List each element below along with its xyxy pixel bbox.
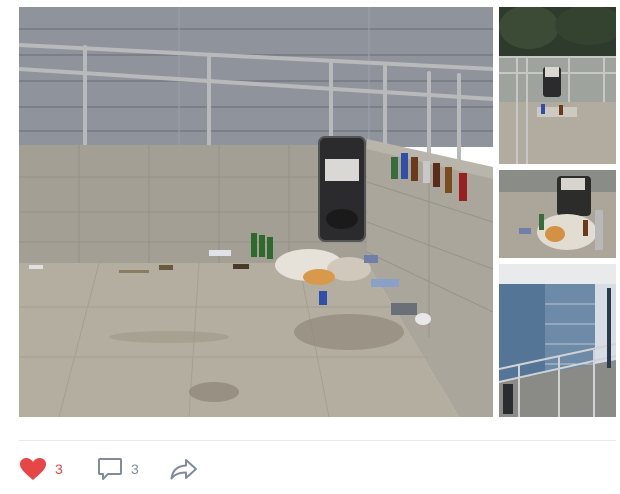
post: 3 3	[0, 0, 620, 494]
photo-thumb-1-image	[499, 7, 616, 164]
comment-count: 3	[131, 461, 139, 477]
comment-button[interactable]: 3	[97, 452, 139, 486]
photo-thumb-3-image	[499, 264, 616, 417]
photo-thumb-3[interactable]	[499, 264, 616, 417]
photo-thumb-2-image	[499, 170, 616, 258]
heart-icon	[19, 457, 47, 481]
like-count: 3	[55, 461, 63, 477]
photo-thumb-1[interactable]	[499, 7, 616, 164]
share-icon	[169, 457, 199, 481]
like-button[interactable]: 3	[19, 452, 63, 486]
photo-thumb-2[interactable]	[499, 170, 616, 258]
share-button[interactable]	[169, 452, 199, 486]
photo-main-image	[19, 7, 493, 417]
comment-icon	[97, 457, 123, 481]
photo-main[interactable]	[19, 7, 493, 417]
post-actions: 3 3	[19, 452, 616, 486]
divider	[19, 440, 616, 441]
